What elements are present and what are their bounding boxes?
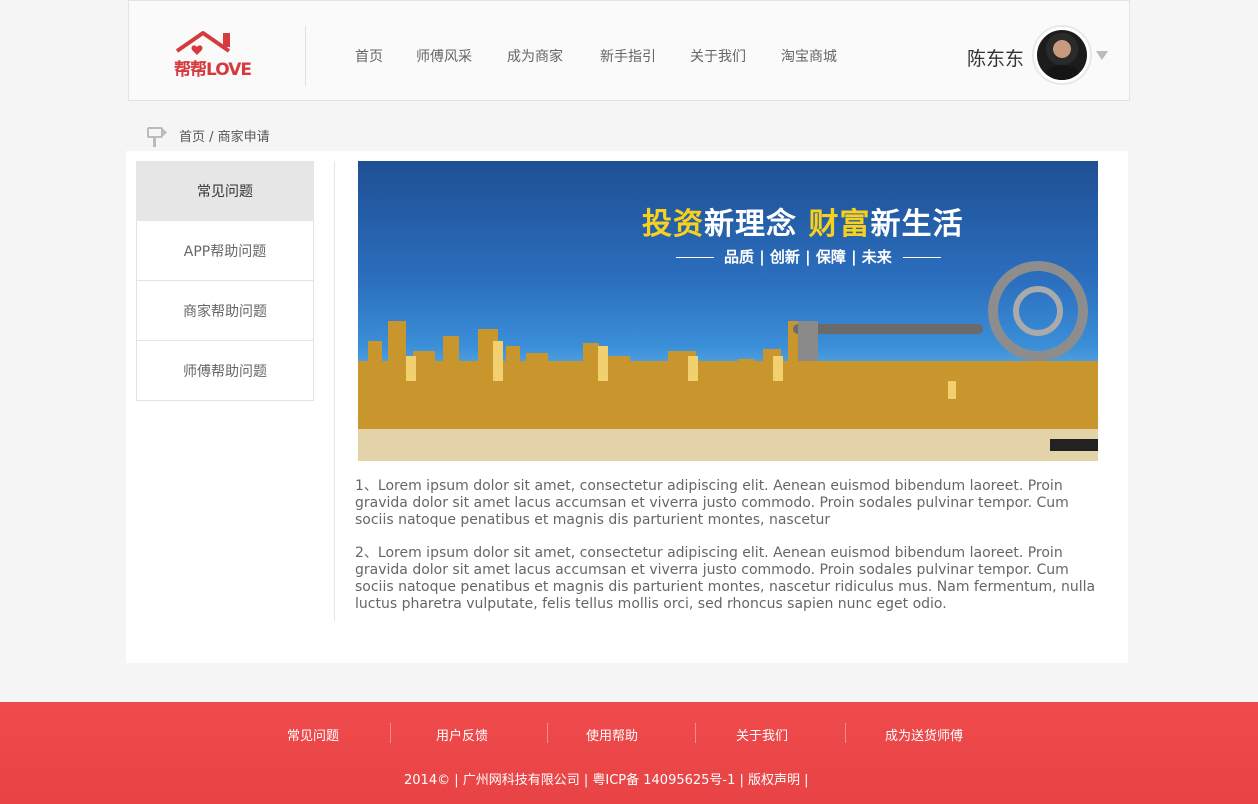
logo[interactable]: 帮帮LOVE [173, 27, 252, 80]
banner-subtitle: 品质 | 创新 | 保障 | 未来 [724, 248, 892, 266]
breadcrumb: 首页 / 商家申请 [179, 130, 270, 145]
nav-masters[interactable]: 师傅风采 [416, 46, 472, 66]
nav-become-merchant[interactable]: 成为商家 [507, 46, 563, 66]
vertical-divider [334, 161, 335, 621]
chevron-down-icon[interactable] [1096, 51, 1108, 60]
avatar[interactable] [1032, 25, 1092, 85]
sidebar-item-master-help[interactable]: 师傅帮助问题 [136, 341, 314, 401]
site-header: 帮帮LOVE 首页 师傅风采 成为商家 新手指引 关于我们 淘宝商城 陈东东 [128, 0, 1130, 101]
copyright: 2014© | 广州网科技有限公司 | 粤ICP备 14095625号-1 | … [404, 773, 809, 788]
paragraph-1: 1、Lorem ipsum dolor sit amet, consectetu… [355, 478, 1069, 528]
banner-line-left [676, 257, 714, 258]
logo-text: 帮帮LOVE [174, 60, 252, 80]
main-panel: 常见问题 APP帮助问题 商家帮助问题 师傅帮助问题 投资新理念 财富新生活 品… [126, 151, 1128, 663]
header-divider [305, 26, 306, 86]
footer-link-feedback[interactable]: 用户反馈 [436, 725, 488, 744]
site-footer: 常见问题 用户反馈 使用帮助 关于我们 成为送货师傅 2014© | 广州网科技… [0, 702, 1258, 804]
sidebar: 常见问题 APP帮助问题 商家帮助问题 师傅帮助问题 [136, 161, 314, 401]
footer-separator [845, 723, 846, 743]
user-name[interactable]: 陈东东 [967, 44, 1024, 71]
footer-separator [695, 723, 696, 743]
banner-title: 投资新理念 财富新生活 [642, 207, 964, 242]
article-content: 1、Lorem ipsum dolor sit amet, consectetu… [355, 478, 1100, 629]
footer-link-help[interactable]: 使用帮助 [586, 725, 638, 744]
signpost-icon [147, 127, 167, 147]
nav-home[interactable]: 首页 [355, 46, 383, 66]
avatar-photo [1037, 30, 1087, 80]
nav-guide[interactable]: 新手指引 [600, 46, 656, 66]
banner-line-right [903, 257, 941, 258]
house-logo-icon [175, 31, 231, 55]
footer-link-become-courier[interactable]: 成为送货师傅 [885, 725, 963, 744]
sidebar-item-faq[interactable]: 常见问题 [136, 161, 314, 221]
footer-separator [547, 723, 548, 743]
promo-banner: 投资新理念 财富新生活 品质 | 创新 | 保障 | 未来 [358, 161, 1098, 461]
nav-about[interactable]: 关于我们 [690, 46, 746, 66]
footer-separator [390, 723, 391, 743]
paragraph-2: 2、Lorem ipsum dolor sit amet, consectetu… [355, 545, 1096, 612]
footer-link-about[interactable]: 关于我们 [736, 725, 788, 744]
footer-link-faq[interactable]: 常见问题 [287, 725, 339, 744]
sidebar-item-merchant-help[interactable]: 商家帮助问题 [136, 281, 314, 341]
nav-taobao[interactable]: 淘宝商城 [781, 46, 837, 66]
sidebar-item-app-help[interactable]: APP帮助问题 [136, 221, 314, 281]
